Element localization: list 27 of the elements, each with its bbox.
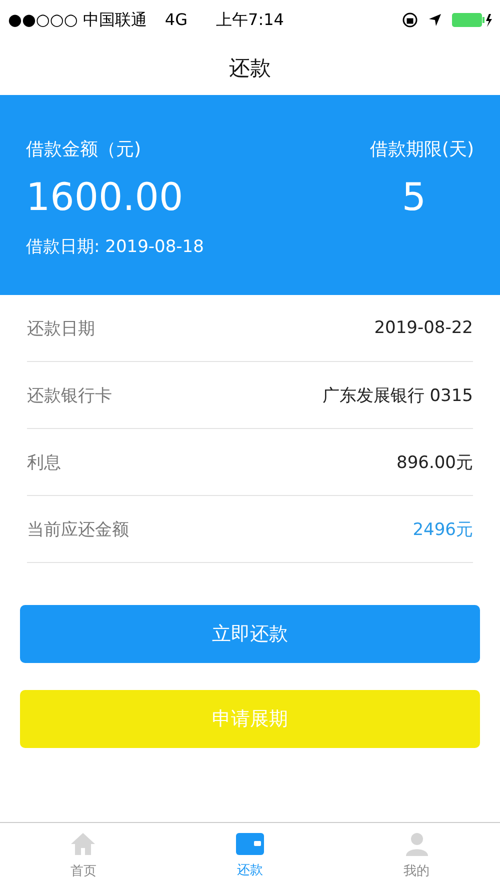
battery-icon [452, 12, 492, 28]
tab-item[interactable]: 我的 [333, 823, 500, 889]
loan-term: 5 [400, 175, 428, 219]
page-title: 还款 [229, 54, 271, 82]
status-time: 上午7:14 [216, 10, 284, 30]
row-value: 2496元 [412, 518, 473, 540]
location-icon [428, 13, 442, 27]
term-label: 借款期限(天) [370, 138, 474, 161]
network-text: 4G [164, 10, 188, 30]
tab-item[interactable]: 首页 [0, 823, 167, 889]
row-label: 还款银行卡 [27, 384, 112, 406]
row-value: 896.00元 [396, 452, 473, 474]
repay-button[interactable]: 立即还款 [20, 605, 480, 663]
row-label: 当前应还金额 [27, 518, 129, 540]
row-label: 利息 [27, 452, 61, 474]
rotation-lock-icon [402, 12, 418, 28]
row-label: 还款日期 [27, 318, 95, 340]
amount-label: 借款金额（元) [26, 138, 142, 161]
loan-amount: 1600.00 [26, 175, 184, 219]
tab-item[interactable]: 还款 [166, 823, 334, 889]
user-icon [404, 832, 429, 856]
row-value: 广东发展银行 0315 [322, 384, 473, 406]
wallet-icon [236, 833, 264, 855]
carrier-text: ●●○○○ 中国联通 [8, 10, 147, 30]
loan-date: 借款日期: 2019-08-18 [26, 236, 205, 258]
home-icon [70, 832, 96, 856]
row-value: 2019-08-22 [374, 318, 473, 338]
